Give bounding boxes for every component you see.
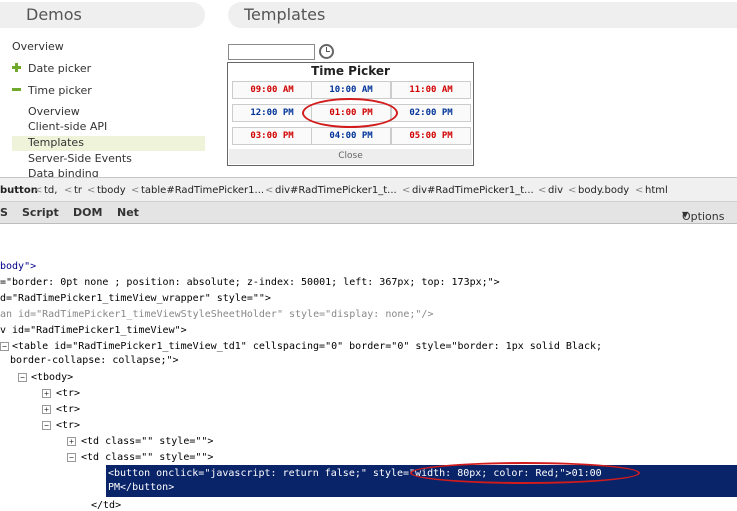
breadcrumb-item[interactable]: button bbox=[0, 185, 38, 196]
tab-net[interactable]: Net bbox=[117, 206, 139, 219]
collapse-minus-icon bbox=[12, 84, 22, 94]
breadcrumb-item[interactable]: div#RadTimePicker1_t... bbox=[275, 185, 397, 196]
time-option-button[interactable]: 04:00 PM bbox=[311, 127, 391, 145]
highlight-ellipse bbox=[302, 98, 398, 128]
time-option-button[interactable]: 10:00 AM bbox=[311, 81, 391, 99]
breadcrumb-item[interactable]: tr bbox=[74, 185, 82, 196]
time-picker-title: Time Picker bbox=[311, 64, 390, 78]
breadcrumb-item[interactable]: tbody bbox=[97, 185, 126, 196]
code-line[interactable]: <td class="" style=""> bbox=[81, 436, 213, 447]
breadcrumb-item[interactable]: div bbox=[548, 185, 563, 196]
nav-sub-templates[interactable]: Templates bbox=[12, 136, 205, 151]
code-line: PM</button> bbox=[108, 482, 175, 493]
expand-node-icon[interactable]: + bbox=[42, 389, 51, 398]
code-line[interactable]: <table id="RadTimePicker1_timeView_td1" … bbox=[12, 341, 602, 352]
breadcrumb-item[interactable]: td, bbox=[44, 185, 57, 196]
devtools-tab-bar: S Script DOM Net Options ▼ bbox=[0, 202, 737, 224]
breadcrumb-item[interactable]: html bbox=[645, 185, 668, 196]
collapse-node-icon[interactable]: − bbox=[18, 373, 27, 382]
collapse-node-icon[interactable]: − bbox=[0, 342, 9, 351]
tab-css[interactable]: S bbox=[0, 206, 8, 219]
time-option-button[interactable]: 12:00 PM bbox=[232, 104, 312, 122]
demos-header: Demos bbox=[0, 2, 205, 28]
templates-title: Templates bbox=[244, 5, 326, 24]
time-option-button[interactable]: 11:00 AM bbox=[391, 81, 471, 99]
highlight-ellipse bbox=[410, 462, 640, 484]
tab-dom[interactable]: DOM bbox=[73, 206, 102, 219]
close-button[interactable]: Close bbox=[229, 149, 472, 164]
code-line[interactable]: <tr> bbox=[56, 388, 80, 399]
clock-icon[interactable] bbox=[319, 44, 334, 59]
code-line[interactable]: </td> bbox=[91, 500, 121, 511]
demos-title: Demos bbox=[26, 5, 82, 24]
nav-sub-client-api[interactable]: Client-side API bbox=[28, 120, 107, 133]
time-input[interactable] bbox=[228, 44, 315, 60]
code-line[interactable]: <tr> bbox=[56, 420, 80, 431]
expand-node-icon[interactable]: + bbox=[42, 405, 51, 414]
breadcrumb-item[interactable]: div#RadTimePicker1_t... bbox=[412, 185, 534, 196]
expand-plus-icon bbox=[12, 62, 22, 72]
code-line[interactable]: border-collapse: collapse;"> bbox=[10, 355, 179, 366]
breadcrumb-item[interactable]: table#RadTimePicker1... bbox=[141, 185, 264, 196]
html-breadcrumb-bar: button < td, < tr < tbody < table#RadTim… bbox=[0, 177, 737, 202]
demo-area: Demos Templates Overview Date picker Tim… bbox=[0, 0, 737, 177]
nav-sub-data-binding[interactable]: Data binding bbox=[28, 167, 99, 177]
dropdown-arrow-icon: ▼ bbox=[682, 210, 689, 219]
time-option-button[interactable]: 09:00 AM bbox=[232, 81, 312, 99]
code-line[interactable]: body"> bbox=[0, 261, 36, 272]
code-line[interactable]: <tbody> bbox=[31, 372, 73, 383]
tab-script[interactable]: Script bbox=[22, 206, 59, 219]
code-line[interactable]: <td class="" style=""> bbox=[81, 452, 213, 463]
breadcrumb-item[interactable]: body.body bbox=[578, 185, 629, 196]
code-line[interactable]: <tr> bbox=[56, 404, 80, 415]
collapse-node-icon[interactable]: − bbox=[42, 421, 51, 430]
expand-node-icon[interactable]: + bbox=[67, 437, 76, 446]
code-line[interactable]: v id="RadTimePicker1_timeView"> bbox=[0, 325, 187, 336]
code-line[interactable]: d="RadTimePicker1_timeView_wrapper" styl… bbox=[0, 293, 271, 304]
nav-sub-server-events[interactable]: Server-Side Events bbox=[28, 152, 132, 165]
nav-overview[interactable]: Overview bbox=[12, 40, 64, 53]
collapse-node-icon[interactable]: − bbox=[67, 453, 76, 462]
templates-header: Templates bbox=[228, 2, 737, 28]
time-option-button[interactable]: 05:00 PM bbox=[391, 127, 471, 145]
time-option-button[interactable]: 03:00 PM bbox=[232, 127, 312, 145]
time-option-button[interactable]: 02:00 PM bbox=[391, 104, 471, 122]
nav-sub-overview[interactable]: Overview bbox=[28, 105, 80, 118]
code-line[interactable]: ="border: 0pt none ; position: absolute;… bbox=[0, 277, 500, 288]
code-line[interactable]: an id="RadTimePicker1_timeViewStyleSheet… bbox=[0, 309, 433, 320]
